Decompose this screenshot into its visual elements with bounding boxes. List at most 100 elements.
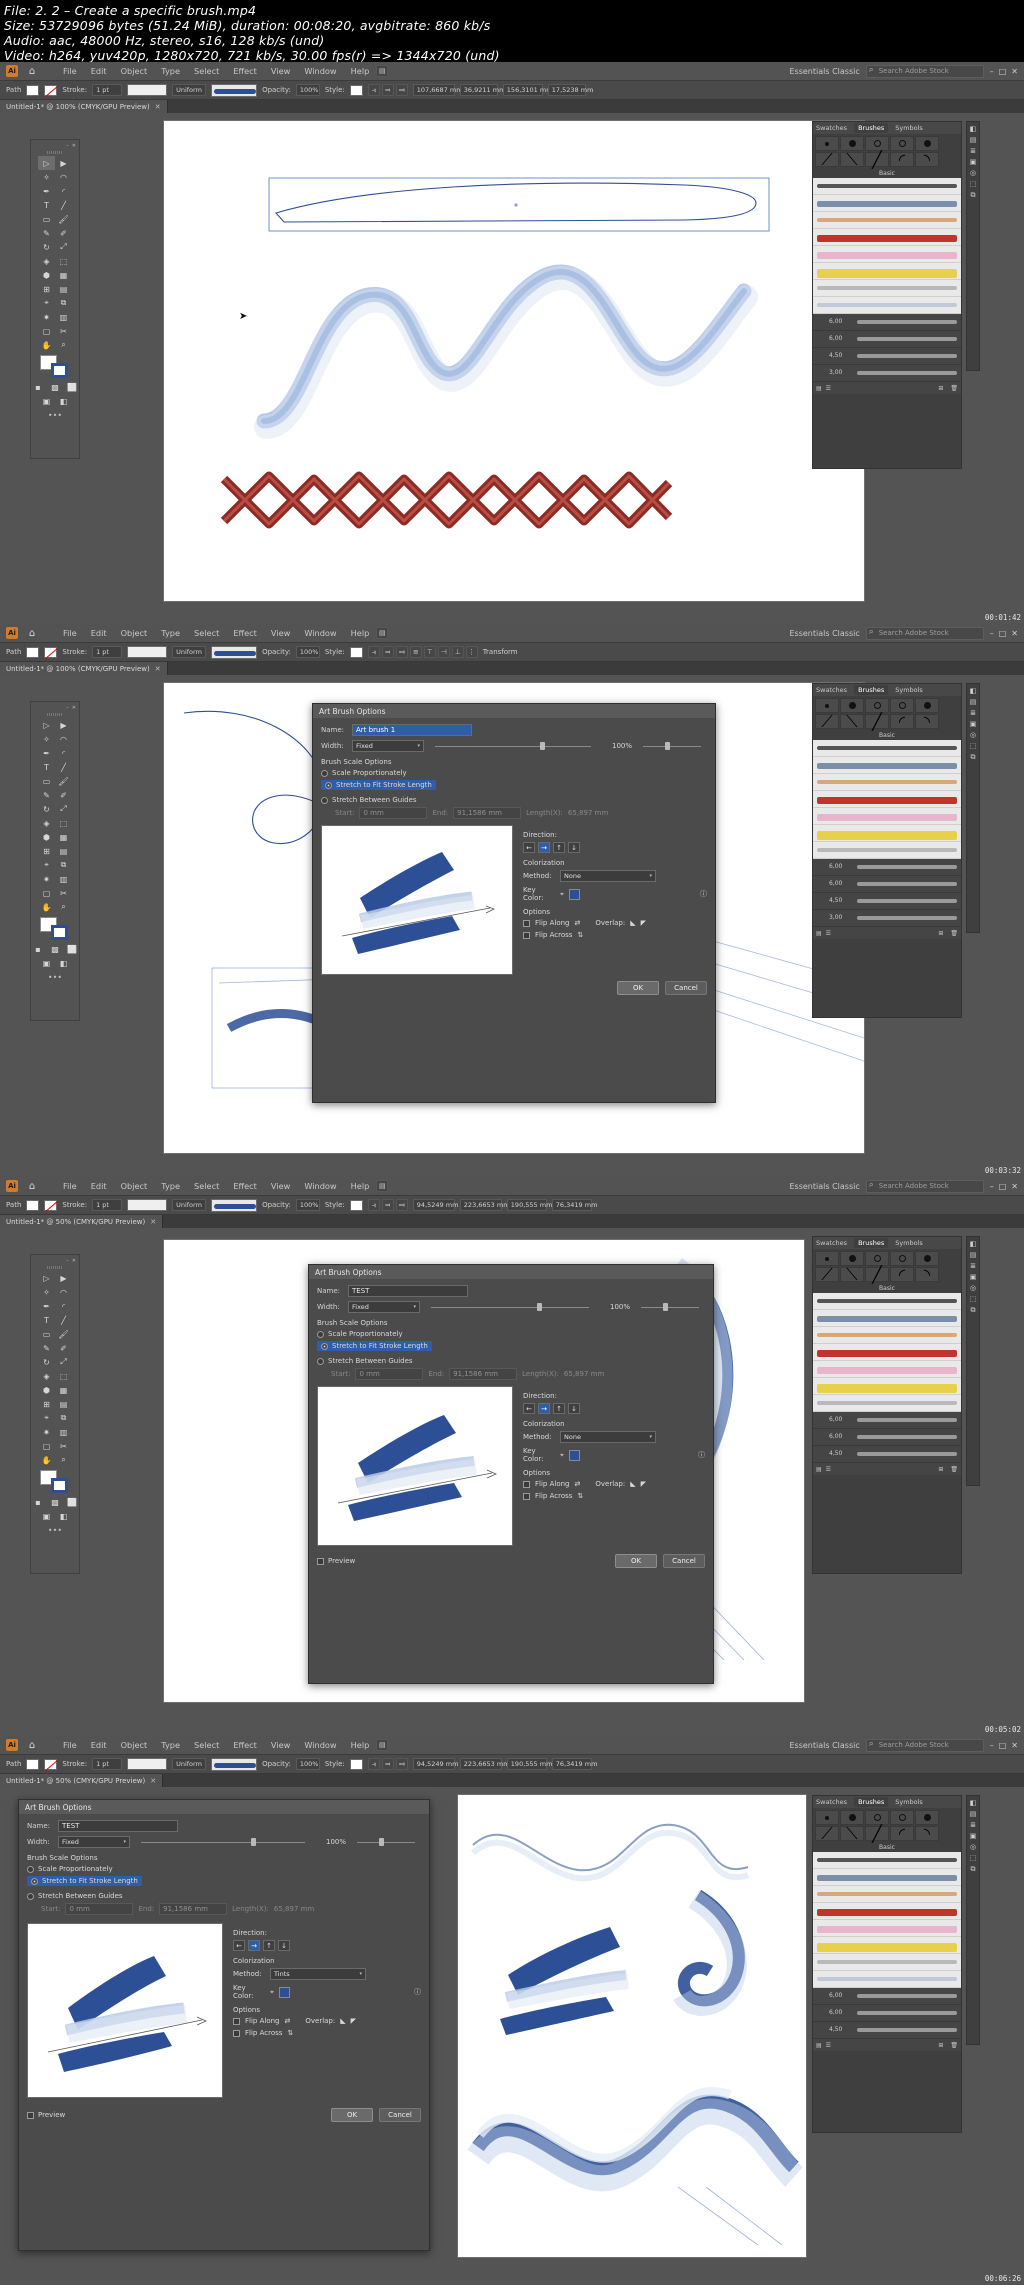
menu-window[interactable]: Window: [297, 1181, 343, 1191]
preview-checkbox-row[interactable]: Preview: [317, 1557, 355, 1565]
brush-cell[interactable]: [865, 136, 889, 151]
align-left-icon[interactable]: ⫣: [367, 1758, 380, 1770]
rectangle-tool[interactable]: ▭: [38, 774, 55, 788]
align-top-icon[interactable]: ⊤: [423, 646, 436, 658]
key-color-swatch[interactable]: [278, 1986, 290, 1998]
brush-cell[interactable]: ⟋: [815, 712, 839, 731]
brush-cell[interactable]: ⟍: [840, 712, 864, 731]
stroke-color-swatch[interactable]: [51, 363, 68, 378]
minimize-icon[interactable]: –: [990, 67, 994, 76]
direction-right-icon[interactable]: →: [248, 1940, 260, 1951]
menu-select[interactable]: Select: [187, 1740, 226, 1750]
type-tool[interactable]: T: [38, 1313, 55, 1327]
graphic-style-swatch[interactable]: [349, 1758, 363, 1770]
menu-select[interactable]: Select: [187, 628, 226, 638]
ok-button[interactable]: OK: [615, 1554, 657, 1568]
align-icons[interactable]: ⫣ ⫤ ⫥: [367, 84, 408, 96]
x-coordinate-field[interactable]: 94,5249 mm: [412, 1199, 458, 1211]
home-icon[interactable]: ⌂: [26, 65, 38, 77]
libraries-menu-icon[interactable]: ☰: [826, 385, 831, 392]
menu-type[interactable]: Type: [154, 628, 187, 638]
brush-cell[interactable]: ⟋: [815, 1824, 839, 1843]
zoom-tool[interactable]: ⌕: [55, 900, 72, 914]
width-slider[interactable]: [135, 1836, 311, 1848]
flip-across-checkbox[interactable]: [523, 931, 530, 939]
search-input[interactable]: Search Adobe Stock: [865, 1738, 984, 1752]
direction-up-icon[interactable]: ↑: [263, 1940, 275, 1951]
pencil-tool[interactable]: ✐: [55, 1341, 72, 1355]
perspective-grid-tool[interactable]: ▦: [55, 268, 72, 282]
direct-selection-tool[interactable]: ▶: [55, 156, 72, 170]
line-segment-tool[interactable]: ╱: [55, 760, 72, 774]
cancel-button[interactable]: Cancel: [379, 2108, 421, 2122]
brush-cell[interactable]: ◜: [890, 1265, 914, 1284]
menu-view[interactable]: View: [264, 1740, 297, 1750]
document-close-icon[interactable]: ✕: [155, 103, 161, 111]
properties-panel-icon[interactable]: ▤: [970, 1251, 977, 1259]
search-input[interactable]: Search Adobe Stock: [865, 64, 984, 78]
brush-row-size[interactable]: 4,50: [813, 1446, 961, 1463]
pencil-tool[interactable]: ✐: [55, 226, 72, 240]
y-coordinate-field[interactable]: 36,9211 mm: [459, 84, 505, 96]
width-profile-field[interactable]: Uniform: [172, 646, 207, 658]
brush-row[interactable]: [813, 1361, 961, 1378]
brush-libraries-icon[interactable]: ▤: [816, 1466, 822, 1473]
brush-row-size[interactable]: 3,00: [813, 365, 961, 382]
brush-row[interactable]: [813, 1378, 961, 1395]
stroke-swatch[interactable]: [44, 84, 58, 96]
brush-row-size[interactable]: 6,00: [813, 1988, 961, 2005]
window-controls[interactable]: – □ ✕: [990, 67, 1020, 76]
brush-row-size[interactable]: 6,00: [813, 331, 961, 348]
fill-stroke-swatches[interactable]: [40, 355, 70, 379]
preview-checkbox-row[interactable]: Preview: [27, 2111, 65, 2119]
menu-edit[interactable]: Edit: [84, 628, 114, 638]
perspective-grid-tool[interactable]: ▦: [55, 830, 72, 844]
shape-builder-tool[interactable]: ⬢: [38, 268, 55, 282]
type-tool[interactable]: T: [38, 198, 55, 212]
delete-brush-icon[interactable]: 🗑: [950, 930, 961, 937]
new-brush-icon[interactable]: ⊞: [938, 930, 946, 937]
stroke-weight-field[interactable]: 1 pt: [92, 1199, 123, 1211]
search-input[interactable]: Search Adobe Stock: [865, 626, 984, 640]
direct-selection-tool[interactable]: ▶: [55, 718, 72, 732]
menu-type[interactable]: Type: [154, 1740, 187, 1750]
menu-type[interactable]: Type: [154, 66, 187, 76]
pen-tool[interactable]: ✒: [38, 1299, 55, 1313]
graphic-style-swatch[interactable]: [349, 646, 363, 658]
rotate-tool[interactable]: ↻: [38, 1355, 55, 1369]
perspective-grid-tool[interactable]: ▦: [55, 1383, 72, 1397]
eyedropper-tool[interactable]: ⌖: [38, 858, 55, 872]
cancel-button[interactable]: Cancel: [665, 981, 707, 995]
column-graph-tool[interactable]: ▥: [55, 872, 72, 886]
stroke-style-preview[interactable]: [127, 84, 168, 96]
direction-buttons[interactable]: ← → ↑ ↓: [233, 1940, 421, 1951]
brush-cell[interactable]: ╱: [865, 1824, 889, 1843]
hand-tool[interactable]: ✋: [38, 900, 55, 914]
brush-row[interactable]: [813, 1293, 961, 1310]
document-tab[interactable]: Untitled-1* @ 50% (CMYK/GPU Preview) ✕: [0, 1774, 164, 1787]
menu-object[interactable]: Object: [114, 1181, 155, 1191]
overlap-icon-2[interactable]: ◤: [351, 2017, 356, 2025]
brush-row[interactable]: [813, 1869, 961, 1886]
brush-cell[interactable]: ◝: [915, 1824, 939, 1843]
brush-name-input[interactable]: TEST: [58, 1820, 178, 1832]
brush-cell[interactable]: ⟍: [840, 1824, 864, 1843]
radio-scale-proportionately[interactable]: Scale Proportionately: [317, 1330, 705, 1338]
stroke-color-swatch[interactable]: [51, 925, 68, 940]
width-mode-select[interactable]: Fixed: [348, 1301, 420, 1313]
properties-panel-icon[interactable]: ▤: [970, 1810, 977, 1818]
menu-help[interactable]: Help: [344, 66, 377, 76]
height-field[interactable]: 76,3419 mm: [551, 1758, 597, 1770]
key-color-swatch[interactable]: [568, 888, 580, 900]
end-input[interactable]: 91,1586 mm: [159, 1903, 228, 1915]
width-slider[interactable]: [429, 740, 597, 752]
curvature-tool[interactable]: ◜: [55, 184, 72, 198]
art-brush-options-dialog-4[interactable]: Art Brush Options Name: TEST Width: Fixe…: [18, 1799, 430, 2251]
minimize-icon[interactable]: –: [990, 629, 994, 638]
tools-collapse-icon[interactable]: –: [66, 705, 69, 711]
brush-row[interactable]: [813, 280, 961, 297]
gradient-mode-icon[interactable]: ▩: [47, 380, 64, 394]
tab-symbols[interactable]: Symbols: [895, 1798, 923, 1806]
radio-stretch-between-guides[interactable]: Stretch Between Guides: [317, 1357, 705, 1365]
zoom-tool[interactable]: ⌕: [55, 338, 72, 352]
